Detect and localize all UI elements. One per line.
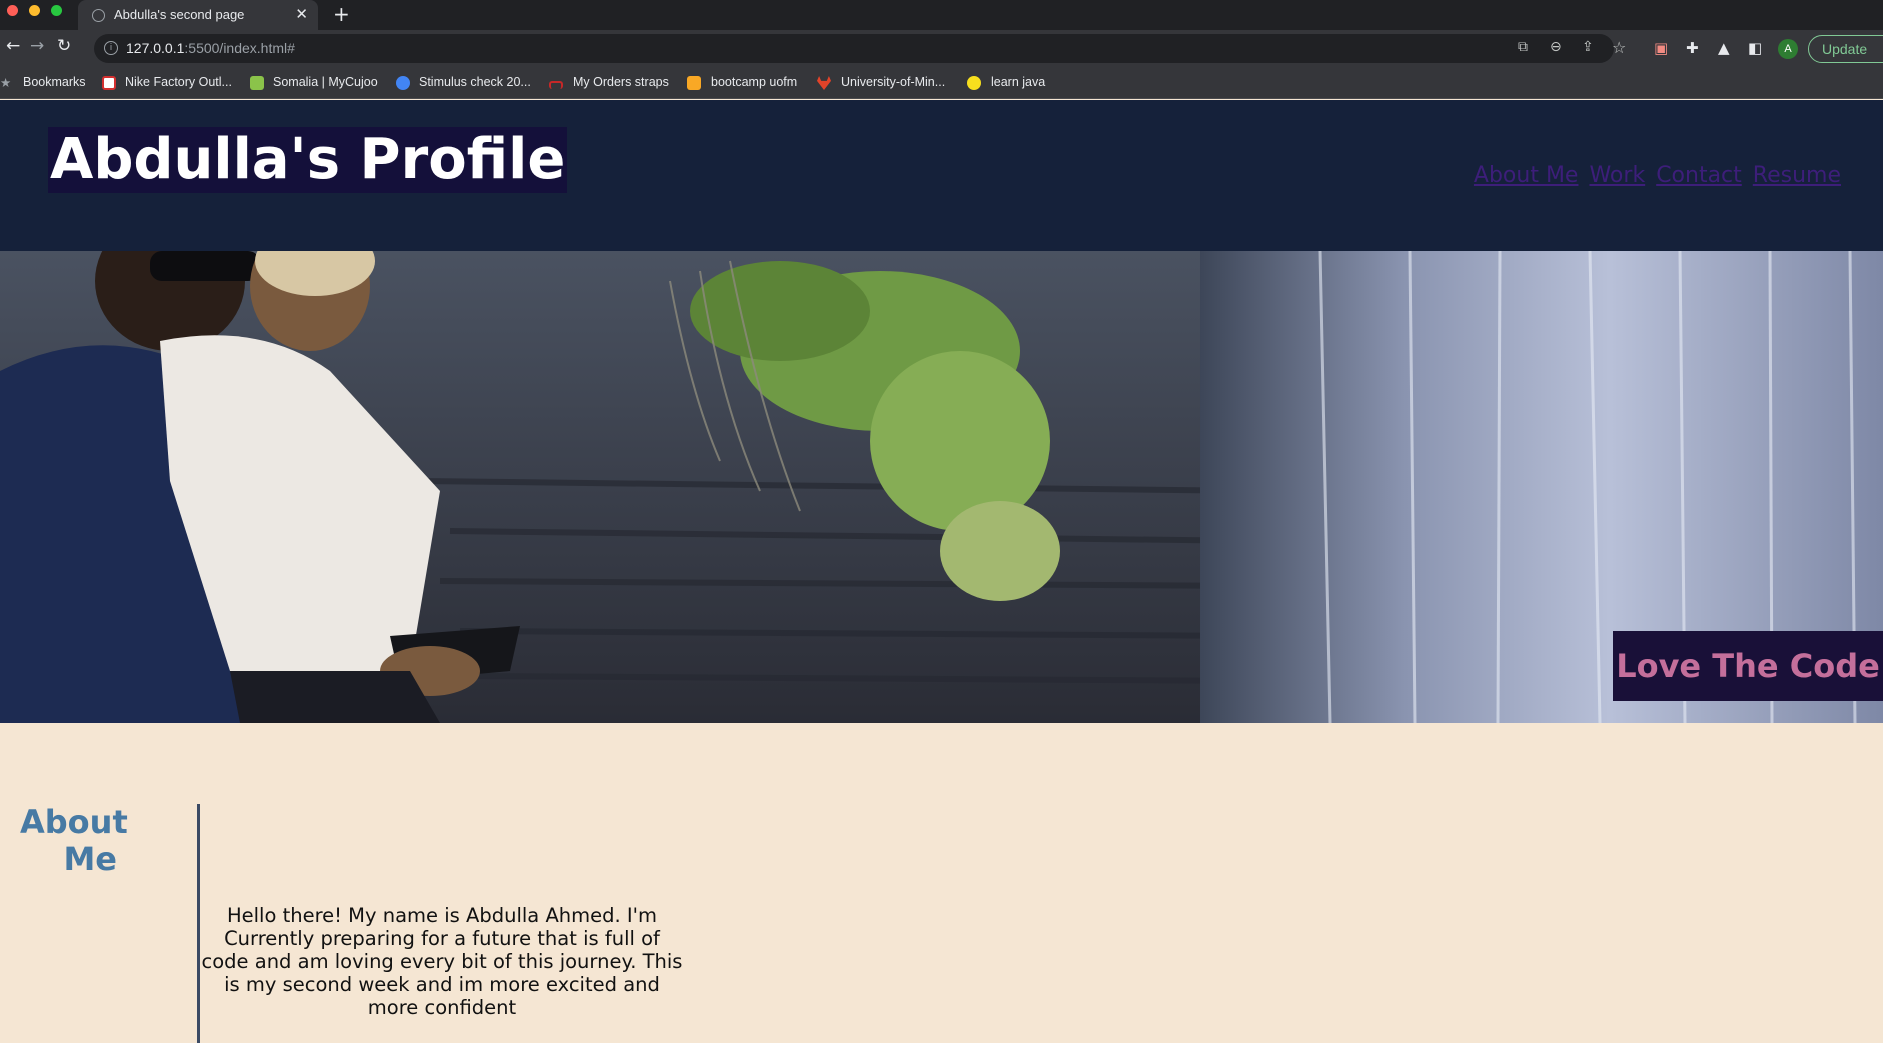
bookmark-bookmarks[interactable]: Bookmarks bbox=[23, 75, 86, 89]
translate-icon[interactable]: ⧉ bbox=[1518, 39, 1528, 55]
update-button[interactable]: Update bbox=[1808, 35, 1883, 63]
hero-photo bbox=[0, 251, 1883, 723]
profile-avatar[interactable]: A bbox=[1778, 39, 1798, 59]
gitlab-icon bbox=[817, 76, 831, 90]
browser-tab-bar: Abdulla's second page ✕ + bbox=[0, 0, 1883, 30]
hero-badge: Love The Code bbox=[1613, 631, 1883, 701]
js-icon bbox=[967, 76, 981, 90]
page-title: Abdulla's Profile bbox=[48, 127, 568, 193]
extension-badge-icon[interactable]: ▣ bbox=[1654, 39, 1668, 57]
back-arrow-icon[interactable]: ← bbox=[6, 36, 20, 56]
bookmark-straps[interactable]: My Orders straps bbox=[573, 75, 669, 89]
mycujoo-icon bbox=[250, 76, 264, 90]
side-panel-icon[interactable]: ◧ bbox=[1748, 39, 1762, 57]
about-text: Hello there! My name is Abdulla Ahmed. I… bbox=[201, 904, 683, 1019]
reload-icon[interactable]: ↻ bbox=[57, 36, 71, 56]
share-icon[interactable]: ⇪ bbox=[1582, 39, 1594, 55]
close-tab-button[interactable]: ✕ bbox=[295, 5, 308, 23]
url-path: :5500/index.html# bbox=[184, 40, 295, 56]
close-window-button[interactable] bbox=[7, 5, 18, 16]
globe-icon bbox=[396, 76, 410, 90]
about-section: About Me Hello there! My name is Abdulla… bbox=[0, 723, 1883, 1043]
bookmark-star-icon[interactable]: ☆ bbox=[1612, 38, 1626, 57]
bookmark-learn-java[interactable]: learn java bbox=[991, 75, 1045, 89]
browser-tab[interactable]: Abdulla's second page ✕ bbox=[78, 0, 318, 30]
puzzle-icon[interactable]: ✚ bbox=[1686, 39, 1699, 57]
tab-title: Abdulla's second page bbox=[114, 7, 245, 22]
straps-icon bbox=[549, 81, 563, 89]
nav-link-work[interactable]: Work bbox=[1589, 163, 1645, 188]
address-bar[interactable]: i 127.0.0.1:5500/index.html# ⧉ ⊖ ⇪ ☆ bbox=[94, 34, 1626, 63]
info-icon[interactable]: i bbox=[104, 41, 118, 55]
bookmark-bootcamp[interactable]: bootcamp uofm bbox=[711, 75, 797, 89]
bookmark-nike[interactable]: Nike Factory Outl... bbox=[125, 75, 232, 89]
nav-link-resume[interactable]: Resume bbox=[1753, 163, 1841, 188]
bookmarks-bar: ★ Bookmarks Nike Factory Outl... Somalia… bbox=[0, 68, 1883, 99]
url-host: 127.0.0.1 bbox=[126, 40, 185, 56]
new-tab-button[interactable]: + bbox=[333, 2, 350, 26]
main-nav: About Me Work Contact Resume bbox=[1470, 163, 1841, 188]
zoom-icon[interactable]: ⊖ bbox=[1550, 39, 1562, 55]
bookmark-mycujoo[interactable]: Somalia | MyCujoo bbox=[273, 75, 378, 89]
about-title: About Me bbox=[20, 803, 128, 878]
forward-arrow-icon[interactable]: → bbox=[30, 36, 44, 56]
minimize-window-button[interactable] bbox=[29, 5, 40, 16]
nav-link-contact[interactable]: Contact bbox=[1656, 163, 1742, 188]
nav-link-about-me[interactable]: About Me bbox=[1474, 163, 1579, 188]
maximize-window-button[interactable] bbox=[51, 5, 62, 16]
browser-toolbar: ← → ↻ i 127.0.0.1:5500/index.html# ⧉ ⊖ ⇪… bbox=[0, 30, 1883, 68]
nike-icon bbox=[102, 76, 116, 90]
bookmark-stimulus[interactable]: Stimulus check 20... bbox=[419, 75, 531, 89]
hero-banner: Love The Code bbox=[0, 251, 1883, 723]
globe-icon bbox=[92, 9, 105, 22]
page-header: Abdulla's Profile About Me Work Contact … bbox=[0, 100, 1883, 251]
bookmark-gitlab[interactable]: University-of-Min... bbox=[841, 75, 945, 89]
labs-flask-icon[interactable]: ▲ bbox=[1718, 39, 1730, 57]
url-text: 127.0.0.1:5500/index.html# bbox=[126, 40, 295, 56]
bootcamp-icon bbox=[687, 76, 701, 90]
star-icon: ★ bbox=[0, 76, 12, 90]
